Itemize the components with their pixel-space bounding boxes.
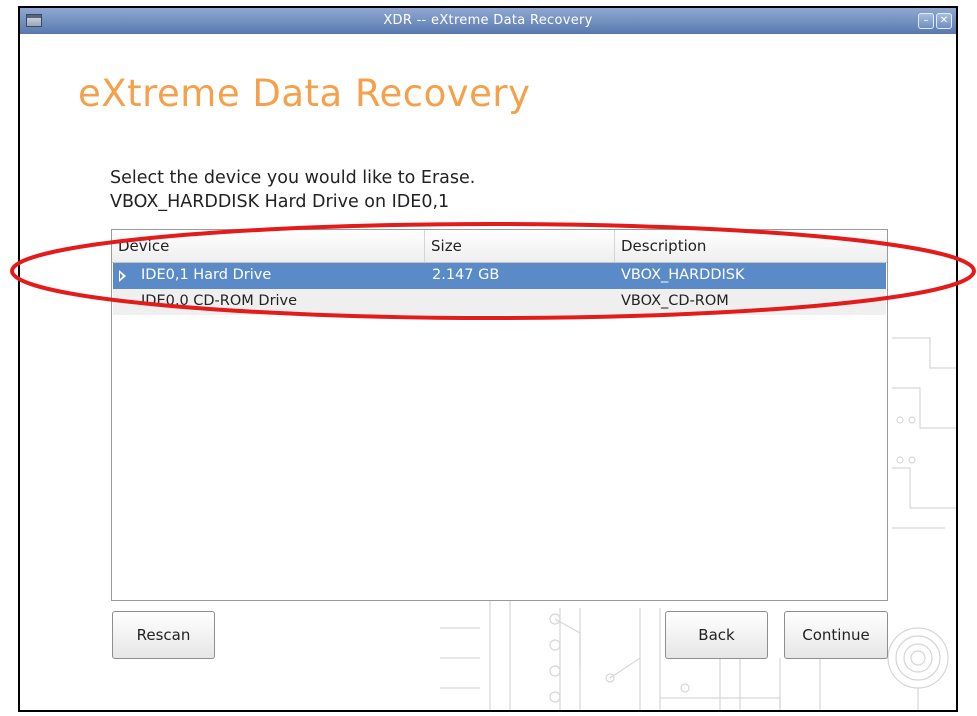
expander-arrow-icon[interactable] <box>119 270 126 282</box>
back-button[interactable]: Back <box>665 611 768 659</box>
table-header: Device Size Description <box>112 230 887 263</box>
device-table: Device Size Description IDE0,1 Hard Driv… <box>111 229 888 601</box>
device-description: VBOX_HARDDISK <box>621 267 745 283</box>
table-row[interactable]: IDE0,0 CD-ROM Drive VBOX_CD-ROM <box>113 289 886 315</box>
app-title: eXtreme Data Recovery <box>78 72 531 115</box>
column-header-device[interactable]: Device <box>112 230 424 262</box>
rescan-button[interactable]: Rescan <box>112 611 215 659</box>
column-header-description[interactable]: Description <box>614 230 887 262</box>
device-description: VBOX_CD-ROM <box>621 293 729 309</box>
device-size: 2.147 GB <box>432 267 500 283</box>
window-title: XDR -- eXtreme Data Recovery <box>383 13 593 28</box>
device-name: IDE0,1 Hard Drive <box>141 267 272 283</box>
minimize-icon[interactable]: – <box>918 13 934 29</box>
continue-button[interactable]: Continue <box>784 611 888 659</box>
device-name: IDE0,0 CD-ROM Drive <box>141 293 298 309</box>
table-row-selected[interactable]: IDE0,1 Hard Drive 2.147 GB VBOX_HARDDISK <box>113 263 886 289</box>
title-bar: XDR -- eXtreme Data Recovery – ✕ <box>20 8 956 34</box>
xdr-window: XDR -- eXtreme Data Recovery – ✕ eXtreme… <box>18 6 958 712</box>
selected-device-text: VBOX_HARDDISK Hard Drive on IDE0,1 <box>110 192 450 212</box>
close-icon[interactable]: ✕ <box>936 13 952 29</box>
instruction-text: Select the device you would like to Eras… <box>110 168 476 188</box>
column-header-size[interactable]: Size <box>424 230 614 262</box>
